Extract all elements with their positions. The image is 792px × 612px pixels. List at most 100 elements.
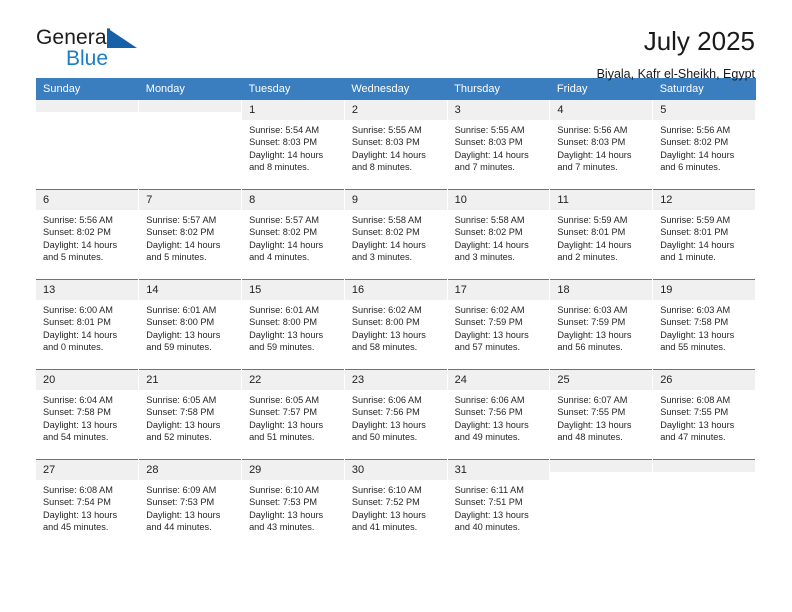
day-details: Sunrise: 6:09 AM Sunset: 7:53 PM Daylight:… xyxy=(139,480,241,533)
daylight-duration-line1: Daylight: 13 hours xyxy=(454,329,529,340)
calendar-day-cell[interactable]: 27 Sunrise: 6:08 AM Sunset: 7:54 PM Dayligh… xyxy=(36,459,140,549)
calendar-day-cell[interactable]: 5 Sunrise: 5:56 AM Sunset: 8:02 PM Daylight… xyxy=(652,100,756,190)
day-details: Sunrise: 5:57 AM Sunset: 8:02 PM Daylight:… xyxy=(139,210,241,263)
day-number xyxy=(139,100,242,112)
sunrise-time: Sunrise: 6:08 AM xyxy=(660,395,731,405)
day-number: 30 xyxy=(344,460,447,480)
sunrise-time: Sunrise: 6:06 AM xyxy=(454,395,525,405)
calendar-day-cell[interactable]: 20 Sunrise: 6:04 AM Sunset: 7:58 PM Dayligh… xyxy=(36,369,140,460)
calendar-day-cell[interactable]: 28 Sunrise: 6:09 AM Sunset: 7:53 PM Dayligh… xyxy=(138,459,243,549)
daylight-duration-line1: Daylight: 14 hours xyxy=(249,239,324,250)
calendar-day-cell[interactable]: 12 Sunrise: 5:59 AM Sunset: 8:01 PM Dayligh… xyxy=(652,189,756,280)
day-details: Sunrise: 6:06 AM Sunset: 7:56 PM Daylight:… xyxy=(345,390,447,443)
sunset-time: Sunset: 8:00 PM xyxy=(249,317,317,328)
daylight-duration-line2: and 56 minutes. xyxy=(557,341,623,352)
calendar-day-cell[interactable]: 15 Sunrise: 6:01 AM Sunset: 8:00 PM Dayligh… xyxy=(241,279,345,370)
sunset-time: Sunset: 8:01 PM xyxy=(660,227,729,238)
general-blue-logo[interactable]: General Blue xyxy=(36,26,156,72)
day-details: Sunrise: 5:56 AM Sunset: 8:02 PM Daylight:… xyxy=(36,210,138,263)
calendar-day-cell[interactable]: 29 Sunrise: 6:10 AM Sunset: 7:53 PM Dayligh… xyxy=(241,459,345,549)
calendar-day-cell[interactable]: 1 Sunrise: 5:54 AM Sunset: 8:03 PM Daylight… xyxy=(241,100,345,190)
daylight-duration-line2: and 48 minutes. xyxy=(557,431,623,442)
calendar-day-cell[interactable]: 7 Sunrise: 5:57 AM Sunset: 8:02 PM Daylight… xyxy=(138,189,243,280)
sunrise-time: Sunrise: 6:05 AM xyxy=(146,395,217,405)
calendar-day-cell[interactable]: 25 Sunrise: 6:07 AM Sunset: 7:55 PM Dayligh… xyxy=(549,369,654,460)
month-calendar: Sunday Monday Tuesday Wednesday Thursday… xyxy=(36,78,756,549)
calendar-day-cell[interactable]: 13 Sunrise: 6:00 AM Sunset: 8:01 PM Dayligh… xyxy=(36,279,140,370)
day-details: Sunrise: 5:59 AM Sunset: 8:01 PM Daylight:… xyxy=(550,210,652,263)
daylight-duration-line1: Daylight: 13 hours xyxy=(557,329,632,340)
calendar-day-cell[interactable]: 30 Sunrise: 6:10 AM Sunset: 7:52 PM Dayligh… xyxy=(344,459,448,549)
logo-triangle-icon xyxy=(107,28,137,48)
day-number: 1 xyxy=(242,100,344,120)
calendar-day-cell[interactable]: 4 Sunrise: 5:56 AM Sunset: 8:03 PM Daylight… xyxy=(549,100,654,190)
daylight-duration-line1: Daylight: 13 hours xyxy=(351,419,426,430)
daylight-duration-line1: Daylight: 13 hours xyxy=(454,419,529,430)
day-details: Sunrise: 5:59 AM Sunset: 8:01 PM Daylight:… xyxy=(653,210,755,263)
calendar-day-cell[interactable]: 24 Sunrise: 6:06 AM Sunset: 7:56 PM Dayligh… xyxy=(447,369,551,460)
day-number: 10 xyxy=(447,190,550,210)
sunset-time: Sunset: 8:02 PM xyxy=(454,227,523,238)
daylight-duration-line2: and 41 minutes. xyxy=(351,521,418,532)
day-details: Sunrise: 6:05 AM Sunset: 7:57 PM Daylight:… xyxy=(242,390,344,443)
sunrise-time: Sunrise: 5:57 AM xyxy=(146,215,217,225)
calendar-day-cell[interactable]: 18 Sunrise: 6:03 AM Sunset: 7:59 PM Dayligh… xyxy=(549,279,654,370)
calendar-day-cell[interactable]: 22 Sunrise: 6:05 AM Sunset: 7:57 PM Dayligh… xyxy=(241,369,345,460)
daylight-duration-line1: Daylight: 13 hours xyxy=(351,509,426,520)
calendar-day-cell[interactable]: 19 Sunrise: 6:03 AM Sunset: 7:58 PM Dayligh… xyxy=(652,279,756,370)
sunrise-time: Sunrise: 5:56 AM xyxy=(43,215,113,225)
day-details: Sunrise: 6:00 AM Sunset: 8:01 PM Daylight:… xyxy=(36,300,138,353)
day-number: 22 xyxy=(242,370,344,390)
sunrise-time: Sunrise: 6:09 AM xyxy=(146,485,217,495)
sunset-time: Sunset: 8:00 PM xyxy=(146,317,215,328)
calendar-day-cell[interactable]: 17 Sunrise: 6:02 AM Sunset: 7:59 PM Dayligh… xyxy=(447,279,551,370)
calendar-day-cell[interactable]: 3 Sunrise: 5:55 AM Sunset: 8:03 PM Daylight… xyxy=(447,100,551,190)
sunset-time: Sunset: 8:02 PM xyxy=(249,227,317,238)
weekday-header-thursday: Thursday xyxy=(447,78,550,100)
daylight-duration-line2: and 1 minute. xyxy=(660,251,716,262)
sunrise-time: Sunrise: 5:55 AM xyxy=(454,125,525,135)
sunrise-time: Sunrise: 5:54 AM xyxy=(249,125,320,135)
calendar-day-cell[interactable]: 21 Sunrise: 6:05 AM Sunset: 7:58 PM Dayligh… xyxy=(138,369,243,460)
title-block: July 2025 Biyala, Kafr el-Sheikh, Egypt xyxy=(597,26,756,82)
daylight-duration-line2: and 7 minutes. xyxy=(454,161,515,172)
day-details: Sunrise: 5:57 AM Sunset: 8:02 PM Daylight:… xyxy=(242,210,344,263)
weekday-header-monday: Monday xyxy=(138,78,242,100)
daylight-duration-line2: and 50 minutes. xyxy=(351,431,418,442)
calendar-day-cell[interactable]: 31 Sunrise: 6:11 AM Sunset: 7:51 PM Dayligh… xyxy=(447,459,551,549)
sunrise-time: Sunrise: 6:00 AM xyxy=(43,305,113,315)
daylight-duration-line2: and 0 minutes. xyxy=(43,341,104,352)
calendar-day-cell[interactable]: 8 Sunrise: 5:57 AM Sunset: 8:02 PM Daylight… xyxy=(241,189,345,280)
daylight-duration-line1: Daylight: 13 hours xyxy=(557,419,632,430)
daylight-duration-line1: Daylight: 14 hours xyxy=(43,239,118,250)
day-number: 14 xyxy=(139,280,242,300)
sunset-time: Sunset: 8:03 PM xyxy=(454,137,523,148)
calendar-day-cell[interactable]: 6 Sunrise: 5:56 AM Sunset: 8:02 PM Daylight… xyxy=(36,189,140,280)
calendar-cell-empty xyxy=(36,100,140,190)
sunset-time: Sunset: 8:00 PM xyxy=(351,317,420,328)
calendar-day-cell[interactable]: 16 Sunrise: 6:02 AM Sunset: 8:00 PM Dayligh… xyxy=(344,279,448,370)
day-details: Sunrise: 5:55 AM Sunset: 8:03 PM Daylight:… xyxy=(448,120,550,173)
calendar-day-cell[interactable]: 10 Sunrise: 5:58 AM Sunset: 8:02 PM Dayligh… xyxy=(447,189,551,280)
calendar-day-cell[interactable]: 14 Sunrise: 6:01 AM Sunset: 8:00 PM Dayligh… xyxy=(138,279,243,370)
calendar-day-cell[interactable]: 23 Sunrise: 6:06 AM Sunset: 7:56 PM Dayligh… xyxy=(344,369,448,460)
day-details: Sunrise: 6:05 AM Sunset: 7:58 PM Daylight:… xyxy=(139,390,241,443)
day-number: 5 xyxy=(653,100,755,120)
calendar-day-cell[interactable]: 26 Sunrise: 6:08 AM Sunset: 7:55 PM Dayligh… xyxy=(652,369,756,460)
daylight-duration-line2: and 55 minutes. xyxy=(660,341,726,352)
calendar-week-row: 1 Sunrise: 5:54 AM Sunset: 8:03 PM Daylight… xyxy=(36,100,756,190)
daylight-duration-line1: Daylight: 14 hours xyxy=(454,149,529,160)
day-number: 3 xyxy=(447,100,550,120)
daylight-duration-line1: Daylight: 13 hours xyxy=(146,329,221,340)
sunset-time: Sunset: 8:03 PM xyxy=(351,137,420,148)
daylight-duration-line2: and 43 minutes. xyxy=(249,521,315,532)
day-number: 2 xyxy=(344,100,447,120)
daylight-duration-line1: Daylight: 14 hours xyxy=(557,239,632,250)
calendar-day-cell[interactable]: 2 Sunrise: 5:55 AM Sunset: 8:03 PM Daylight… xyxy=(344,100,448,190)
day-details: Sunrise: 6:10 AM Sunset: 7:53 PM Daylight:… xyxy=(242,480,344,533)
page-title: July 2025 xyxy=(643,26,755,56)
sunset-time: Sunset: 7:52 PM xyxy=(351,497,420,508)
calendar-day-cell[interactable]: 11 Sunrise: 5:59 AM Sunset: 8:01 PM Dayligh… xyxy=(549,189,654,280)
calendar-day-cell[interactable]: 9 Sunrise: 5:58 AM Sunset: 8:02 PM Daylight… xyxy=(344,189,448,280)
sunset-time: Sunset: 8:01 PM xyxy=(43,317,111,328)
